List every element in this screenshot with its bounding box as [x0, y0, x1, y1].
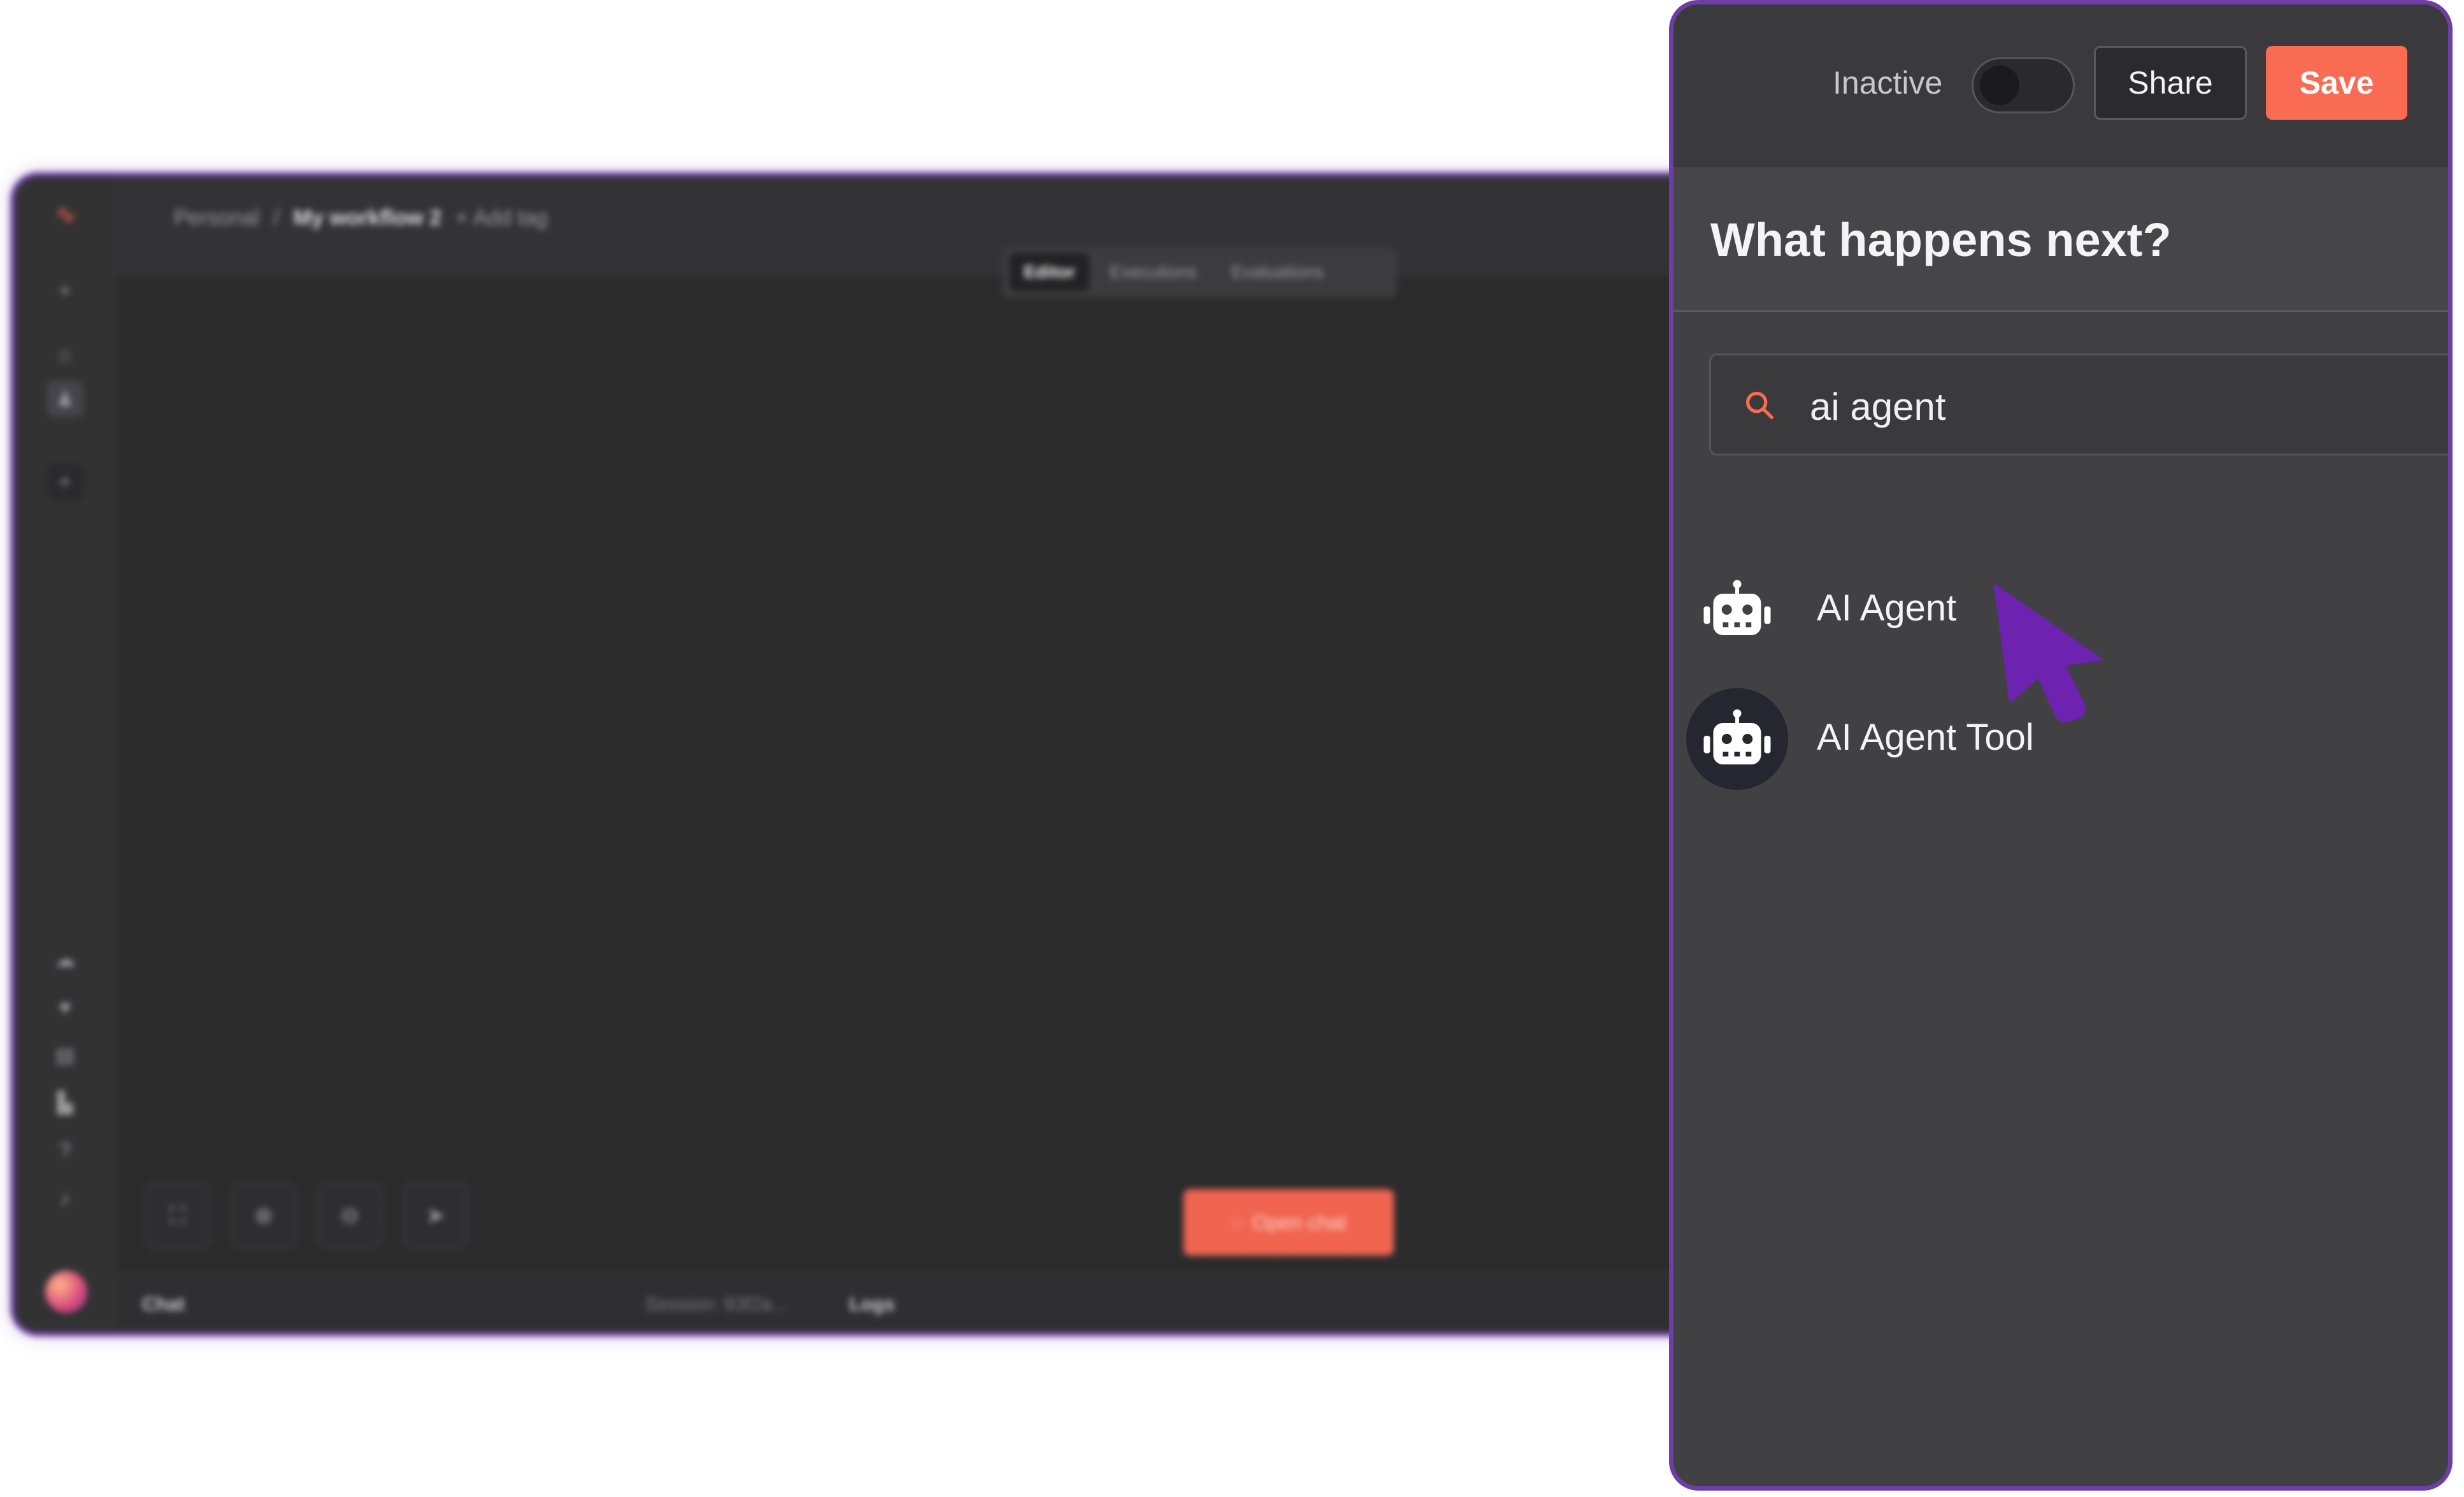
- zoom-out-icon[interactable]: ⊖: [317, 1183, 382, 1248]
- workflow-canvas[interactable]: [117, 275, 1735, 1275]
- avatar[interactable]: [45, 1271, 87, 1313]
- open-chat-label: Open chat: [1252, 1210, 1347, 1234]
- add-icon[interactable]: +: [47, 272, 83, 309]
- editor-bottom-bar: Chat Session: 93f2a... Logs: [117, 1273, 1735, 1332]
- pointer-icon[interactable]: ➤: [403, 1183, 468, 1248]
- logs-panel-label[interactable]: Logs: [849, 1294, 895, 1315]
- save-button[interactable]: Save: [2266, 46, 2407, 120]
- chat-panel-label[interactable]: Chat: [142, 1294, 185, 1315]
- result-icon-container: [1686, 688, 1788, 790]
- search-input[interactable]: ai agent: [1709, 354, 2448, 455]
- home-icon[interactable]: ⌂: [47, 336, 83, 373]
- open-chat-button[interactable]: ◌ Open chat: [1184, 1189, 1394, 1256]
- share-button[interactable]: Share: [2094, 46, 2247, 120]
- search-value[interactable]: ai agent: [1810, 385, 1946, 429]
- robot-icon: [1703, 580, 1771, 635]
- tab-editor[interactable]: Editor: [1010, 253, 1089, 291]
- project-add-icon[interactable]: +: [47, 463, 83, 500]
- chat-icon: ◌: [1231, 1210, 1243, 1234]
- node-creator-panel: Inactive Share Save What happens next? a…: [1669, 0, 2453, 1491]
- breadcrumb-workflow[interactable]: My workflow 2: [294, 206, 441, 231]
- editor-tabs: Editor Executions Evaluations: [1002, 247, 1397, 297]
- insights-icon[interactable]: ▙: [47, 1084, 83, 1121]
- activate-toggle[interactable]: [1972, 57, 2075, 113]
- panel-title: What happens next?: [1710, 213, 2172, 266]
- result-icon-container: [1686, 559, 1788, 661]
- robot-icon: [1703, 709, 1771, 764]
- templates-icon[interactable]: ▤: [47, 1036, 83, 1073]
- add-tag-link[interactable]: + Add tag: [455, 206, 548, 231]
- background-editor-window: ∿ + ⌂ ♟ + ☁ ♥ ▤ ▙ ? ♪ Personal / My work…: [10, 172, 1739, 1336]
- tab-executions[interactable]: Executions: [1096, 253, 1211, 291]
- user-icon[interactable]: ♟: [47, 380, 83, 417]
- panel-header: What happens next?: [1673, 167, 2448, 312]
- editor-sidebar: ∿ + ⌂ ♟ + ☁ ♥ ▤ ▙ ? ♪: [15, 176, 118, 1332]
- search-icon: [1745, 391, 1774, 420]
- help-icon[interactable]: ?: [47, 1132, 83, 1169]
- workflow-actions-bar: Inactive Share Save: [1673, 4, 2448, 169]
- notifications-icon[interactable]: ♪: [47, 1180, 83, 1217]
- breadcrumb-project[interactable]: Personal: [174, 206, 259, 231]
- breadcrumb: Personal / My workflow 2 + Add tag: [174, 206, 548, 231]
- fit-view-icon[interactable]: ⛶: [145, 1183, 210, 1248]
- toggle-knob: [1980, 66, 2019, 105]
- cloud-icon[interactable]: ☁: [47, 941, 83, 978]
- gift-icon[interactable]: ♥: [47, 989, 83, 1026]
- tab-evaluations[interactable]: Evaluations: [1217, 253, 1338, 291]
- workflow-status-label: Inactive: [1833, 65, 1943, 101]
- n8n-logo-icon: ∿: [55, 201, 76, 229]
- session-label: Session: 93f2a...: [645, 1294, 788, 1315]
- editor-topbar: Personal / My workflow 2 + Add tag: [117, 176, 1735, 277]
- result-label: AI Agent: [1817, 587, 1957, 629]
- cursor-pointer-icon: [1994, 584, 2102, 722]
- breadcrumb-separator: /: [273, 206, 280, 230]
- zoom-in-icon[interactable]: ⊕: [231, 1183, 296, 1248]
